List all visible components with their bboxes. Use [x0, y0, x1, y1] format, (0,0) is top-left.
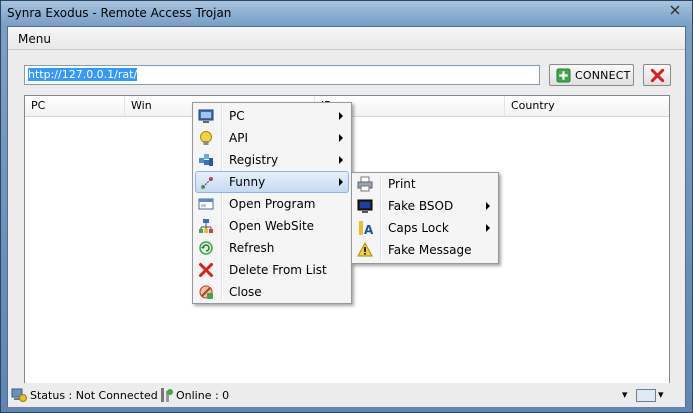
funny-submenu: Print Fake BSOD A Caps Lock Fake Message — [351, 172, 499, 264]
bsod-monitor-icon — [357, 199, 373, 213]
window-close-button[interactable] — [668, 3, 682, 17]
connection-status: Status : Not Connected — [30, 389, 158, 402]
menu-item-close[interactable]: Close — [195, 281, 349, 303]
menu-item-label: Open Program — [229, 197, 316, 211]
svg-text:A: A — [364, 223, 373, 236]
submenu-arrow-icon — [339, 156, 343, 164]
registry-icon — [199, 154, 213, 166]
menu-item-delete-from-list[interactable]: Delete From List — [195, 259, 349, 281]
plus-icon — [556, 68, 571, 83]
url-input-value: http://127.0.0.1/rat/ — [28, 68, 138, 81]
program-icon — [198, 198, 214, 210]
status-bar: Status : Not Connected Online : 0 ▾ ▾ — [8, 383, 685, 407]
menu-item-funny[interactable]: Funny — [195, 171, 349, 193]
online-count: Online : 0 — [176, 389, 230, 402]
printer-icon — [357, 176, 373, 192]
menu-item-open-program[interactable]: Open Program — [195, 193, 349, 215]
menu-item-pc[interactable]: PC — [195, 105, 349, 127]
menu-item-label: Print — [388, 177, 416, 191]
close-x-icon — [670, 5, 680, 15]
menu-item-label: Caps Lock — [388, 221, 449, 235]
menu-item-label: Funny — [229, 175, 266, 189]
menu-item-menu[interactable]: Menu — [18, 32, 51, 46]
funny-icon — [201, 177, 213, 189]
menu-item-label: API — [229, 131, 248, 145]
api-bulb-icon — [200, 131, 212, 145]
menu-item-label: Close — [229, 285, 262, 299]
capslock-icon: A — [359, 221, 373, 236]
connect-button[interactable]: CONNECT — [549, 64, 634, 86]
title-bar[interactable]: Synra Exodus - Remote Access Trojan — [1, 1, 692, 25]
menu-item-label: PC — [229, 109, 245, 123]
submenu-arrow-icon — [339, 134, 343, 142]
menu-item-fake-bsod[interactable]: Fake BSOD — [354, 195, 496, 217]
view-toggle-icon[interactable] — [636, 389, 656, 402]
menu-item-open-website[interactable]: Open WebSite — [195, 215, 349, 237]
menu-item-label: Delete From List — [229, 263, 327, 277]
close-icon — [199, 285, 213, 299]
menu-bar: Menu — [8, 27, 685, 50]
refresh-icon — [199, 241, 213, 255]
delete-icon — [199, 263, 213, 277]
menu-item-caps-lock[interactable]: A Caps Lock — [354, 217, 496, 239]
menu-item-label: Refresh — [229, 241, 275, 255]
menu-item-label: Fake Message — [388, 243, 472, 257]
menu-item-print[interactable]: Print — [354, 173, 496, 195]
submenu-arrow-icon — [486, 202, 490, 210]
menu-item-label: Open WebSite — [229, 219, 315, 233]
menu-item-fake-message[interactable]: Fake Message — [354, 239, 496, 261]
website-icon — [199, 219, 213, 233]
status-dropdown-left-arrow[interactable]: ▾ — [622, 388, 628, 401]
url-input[interactable]: http://127.0.0.1/rat/ — [24, 65, 540, 85]
view-dropdown-arrow[interactable]: ▾ — [658, 388, 664, 401]
monitor-icon — [198, 109, 214, 123]
menu-item-refresh[interactable]: Refresh — [195, 237, 349, 259]
warning-icon — [357, 242, 373, 257]
menu-item-label: Registry — [229, 153, 279, 167]
submenu-arrow-icon — [339, 112, 343, 120]
menu-item-label: Fake BSOD — [388, 199, 454, 213]
network-status-icon — [11, 388, 27, 402]
app-window: Synra Exodus - Remote Access Trojan Menu… — [0, 0, 693, 413]
submenu-arrow-icon — [339, 178, 343, 186]
menu-item-registry[interactable]: Registry — [195, 149, 349, 171]
online-users-icon — [161, 388, 173, 402]
context-menu: PC API Registry Funny Open Program Open … — [192, 102, 352, 304]
column-header-country[interactable]: Country — [505, 96, 665, 116]
submenu-arrow-icon — [486, 224, 490, 232]
window-title: Synra Exodus - Remote Access Trojan — [7, 6, 232, 20]
menu-item-api[interactable]: API — [195, 127, 349, 149]
column-header-pc[interactable]: PC — [25, 96, 125, 116]
disconnect-button[interactable] — [643, 64, 671, 86]
connect-button-label: CONNECT — [575, 69, 631, 82]
red-x-icon — [650, 68, 665, 83]
